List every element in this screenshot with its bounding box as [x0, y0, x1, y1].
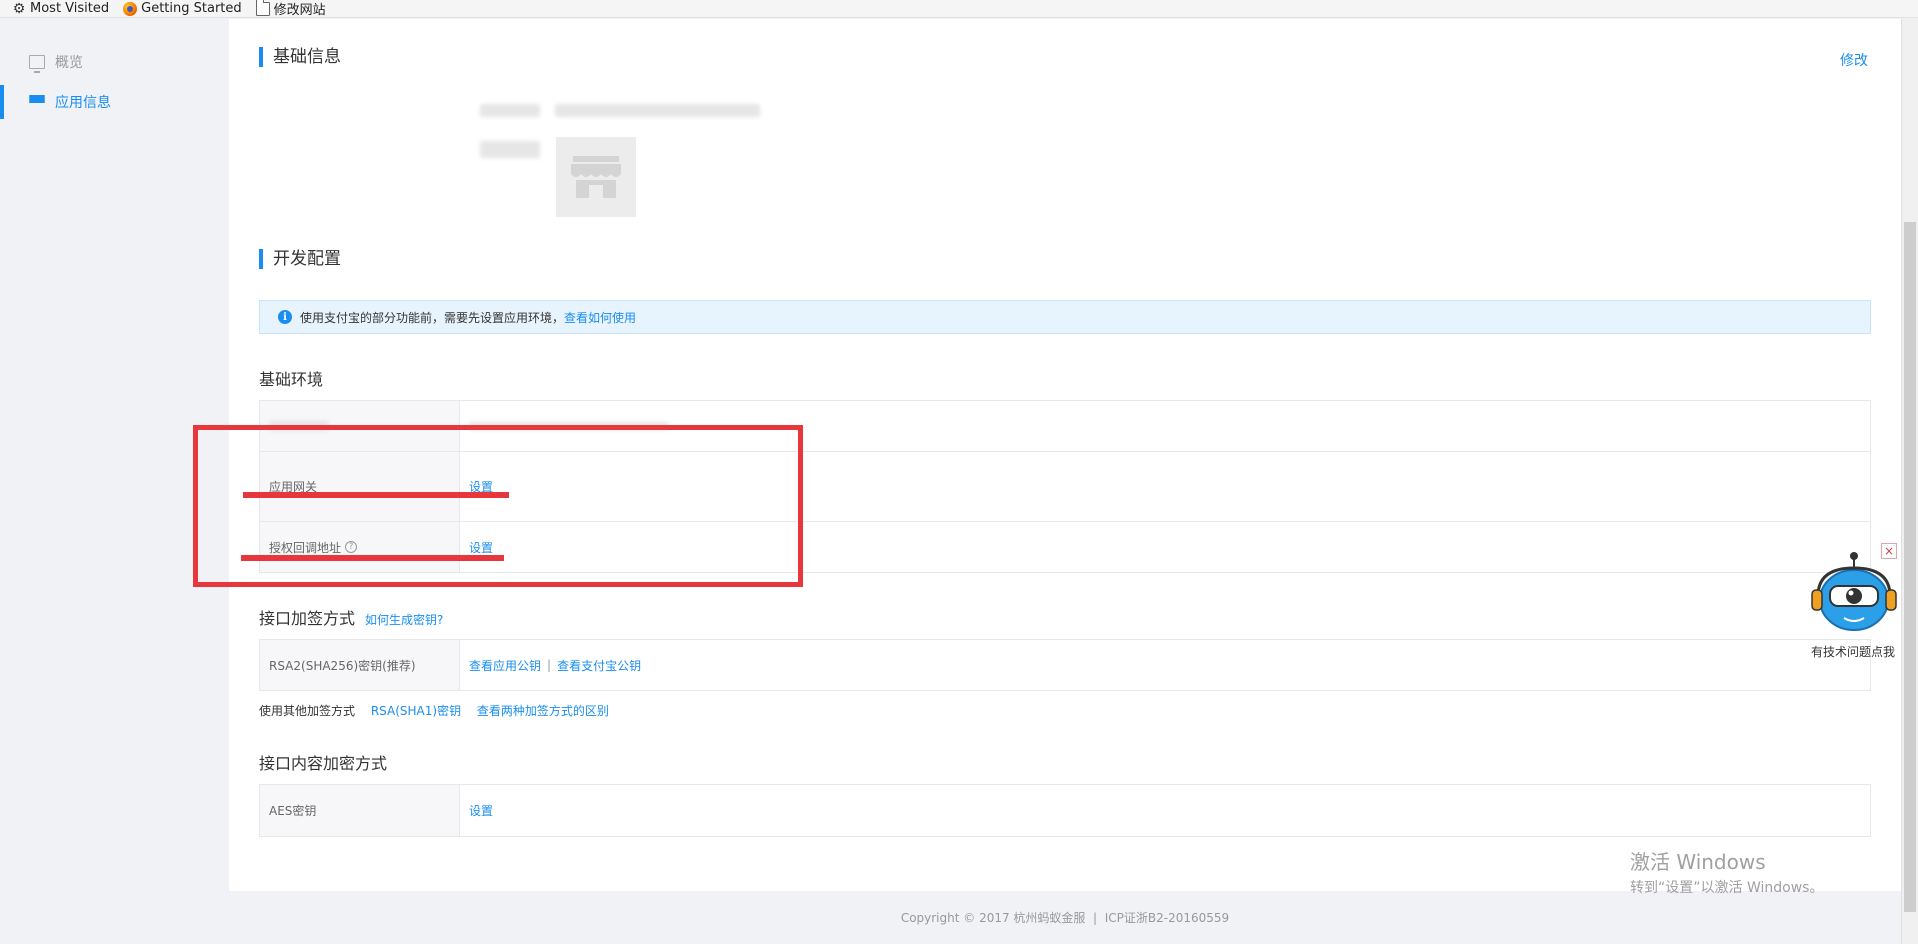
- sidebar-item-label: 概览: [55, 55, 83, 71]
- monitor-icon: [29, 55, 45, 73]
- separator: |: [547, 658, 552, 672]
- annotation-box: [193, 425, 803, 587]
- scrollbar[interactable]: [1901, 19, 1918, 944]
- sidebar-item-overview[interactable]: 概览: [0, 42, 229, 82]
- sidebar-item-app-info[interactable]: 应用信息: [0, 82, 229, 122]
- redacted-label: [480, 141, 540, 158]
- other-signing-methods: 使用其他加签方式 RSA(SHA1)密钥 查看两种加签方式的区别: [259, 702, 609, 719]
- table-row: AES密钥 设置: [260, 785, 1870, 836]
- bookmark-label: Getting Started: [141, 1, 242, 16]
- section-title-dev-config: 开发配置: [259, 249, 341, 269]
- view-alipay-public-key-link[interactable]: 查看支付宝公钥: [557, 657, 641, 674]
- bookmark-getting-started[interactable]: Getting Started: [123, 1, 242, 16]
- bookmark-most-visited[interactable]: ⚙ Most Visited: [12, 1, 109, 16]
- rsa1-key-link[interactable]: RSA(SHA1)密钥: [371, 704, 461, 718]
- bookmark-label: Most Visited: [30, 1, 110, 16]
- footer: Copyright © 2017 杭州蚂蚁金服 | ICP证浙B2-201605…: [229, 891, 1901, 944]
- apps-grid-icon: [29, 95, 45, 109]
- annotation-underline: [241, 555, 504, 561]
- folder-icon: [255, 0, 270, 16]
- close-icon[interactable]: ×: [1881, 543, 1897, 559]
- redacted-app-id: [555, 104, 760, 117]
- support-label[interactable]: 有技术问题点我: [1808, 643, 1898, 660]
- basic-env-title: 基础环境: [259, 370, 324, 389]
- aes-key-set-link[interactable]: 设置: [469, 802, 493, 819]
- table-row: RSA2(SHA256)密钥(推荐) 查看应用公钥 | 查看支付宝公钥: [260, 640, 1870, 690]
- edit-button[interactable]: 修改: [1840, 50, 1868, 70]
- copyright-text: Copyright © 2017 杭州蚂蚁金服 | ICP证浙B2-201605…: [900, 911, 1230, 925]
- aes-key-label: AES密钥: [260, 785, 460, 836]
- signing-table: RSA2(SHA256)密钥(推荐) 查看应用公钥 | 查看支付宝公钥: [259, 639, 1871, 691]
- gear-icon: ⚙: [12, 0, 26, 17]
- windows-activation-watermark: 激活 Windows 转到“设置”以激活 Windows。: [1630, 846, 1823, 897]
- info-notice: i 使用支付宝的部分功能前，需要先设置应用环境， 查看如何使用: [259, 300, 1871, 334]
- rsa2-label: RSA2(SHA256)密钥(推荐): [260, 640, 460, 690]
- store-icon: [571, 156, 621, 198]
- view-app-public-key-link[interactable]: 查看应用公钥: [469, 657, 541, 674]
- compare-signing-link[interactable]: 查看两种加签方式的区别: [477, 704, 609, 718]
- notice-text: 使用支付宝的部分功能前，需要先设置应用环境，: [300, 310, 565, 325]
- how-to-use-link[interactable]: 查看如何使用: [564, 309, 636, 326]
- firefox-icon: [123, 1, 138, 16]
- watermark-line1: 激活 Windows: [1630, 850, 1766, 874]
- bookmark-folder-modify-site[interactable]: 修改网站: [255, 0, 326, 18]
- other-signing-label: 使用其他加签方式: [259, 704, 356, 718]
- signing-title-text: 接口加签方式: [259, 609, 356, 628]
- how-to-generate-key-link[interactable]: 如何生成密钥?: [365, 613, 443, 627]
- sidebar-item-label: 应用信息: [55, 95, 111, 111]
- info-icon: i: [278, 310, 292, 324]
- annotation-underline: [243, 492, 509, 498]
- app-logo-placeholder: [556, 137, 636, 217]
- encryption-title: 接口内容加密方式: [259, 754, 388, 773]
- watermark-line2: 转到“设置”以激活 Windows。: [1630, 880, 1824, 896]
- signing-title: 接口加签方式 如何生成密钥?: [259, 605, 443, 629]
- section-title-basic-info: 基础信息: [259, 47, 341, 67]
- bookmarks-bar: ⚙ Most Visited Getting Started 修改网站: [0, 0, 1918, 18]
- scrollbar-thumb[interactable]: [1904, 222, 1916, 912]
- redacted-app-name: [480, 104, 540, 117]
- bookmark-label: 修改网站: [273, 3, 326, 18]
- encryption-table: AES密钥 设置: [259, 784, 1871, 837]
